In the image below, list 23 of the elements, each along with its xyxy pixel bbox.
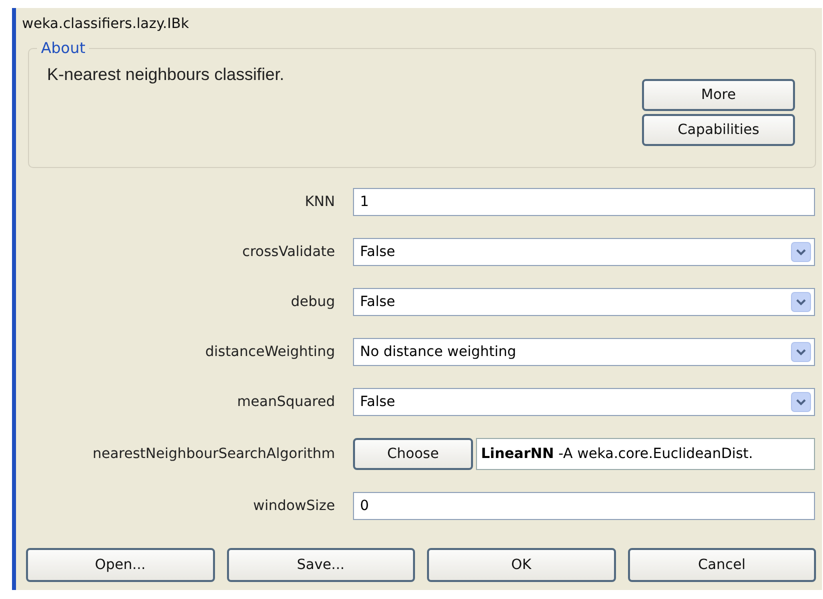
dialog-button[interactable]: Save... — [226, 548, 415, 582]
property-label: nearestNeighbourSearchAlgorithm — [92, 446, 335, 462]
property-label: crossValidate — [241, 244, 335, 260]
property-label: meanSquared — [236, 394, 335, 410]
dropdown[interactable]: False — [353, 388, 815, 416]
property-label: windowSize — [252, 498, 335, 514]
property-label: distanceWeighting — [204, 344, 335, 360]
dropdown[interactable]: False — [353, 288, 815, 316]
choose-button[interactable]: Choose — [353, 438, 473, 470]
dialog-button[interactable]: Cancel — [628, 548, 816, 582]
property-label: debug — [290, 294, 335, 310]
dialog-button[interactable]: OK — [427, 548, 616, 582]
dropdown[interactable]: False — [353, 238, 815, 266]
text-field[interactable]: 1 — [353, 188, 815, 216]
about-description: K-nearest neighbours classifier. — [47, 65, 284, 86]
object-value-field[interactable]: LinearNN -A weka.core.EuclideanDist. — [476, 438, 815, 470]
property-label: KNN — [304, 194, 335, 210]
dialog-button[interactable]: Open... — [26, 548, 214, 582]
about-button[interactable]: More — [642, 79, 795, 111]
about-button[interactable]: Capabilities — [642, 114, 795, 146]
window-title: weka.classifiers.lazy.IBk — [22, 16, 190, 34]
dropdown[interactable]: No distance weighting — [353, 338, 815, 366]
text-field[interactable]: 0 — [353, 492, 815, 520]
